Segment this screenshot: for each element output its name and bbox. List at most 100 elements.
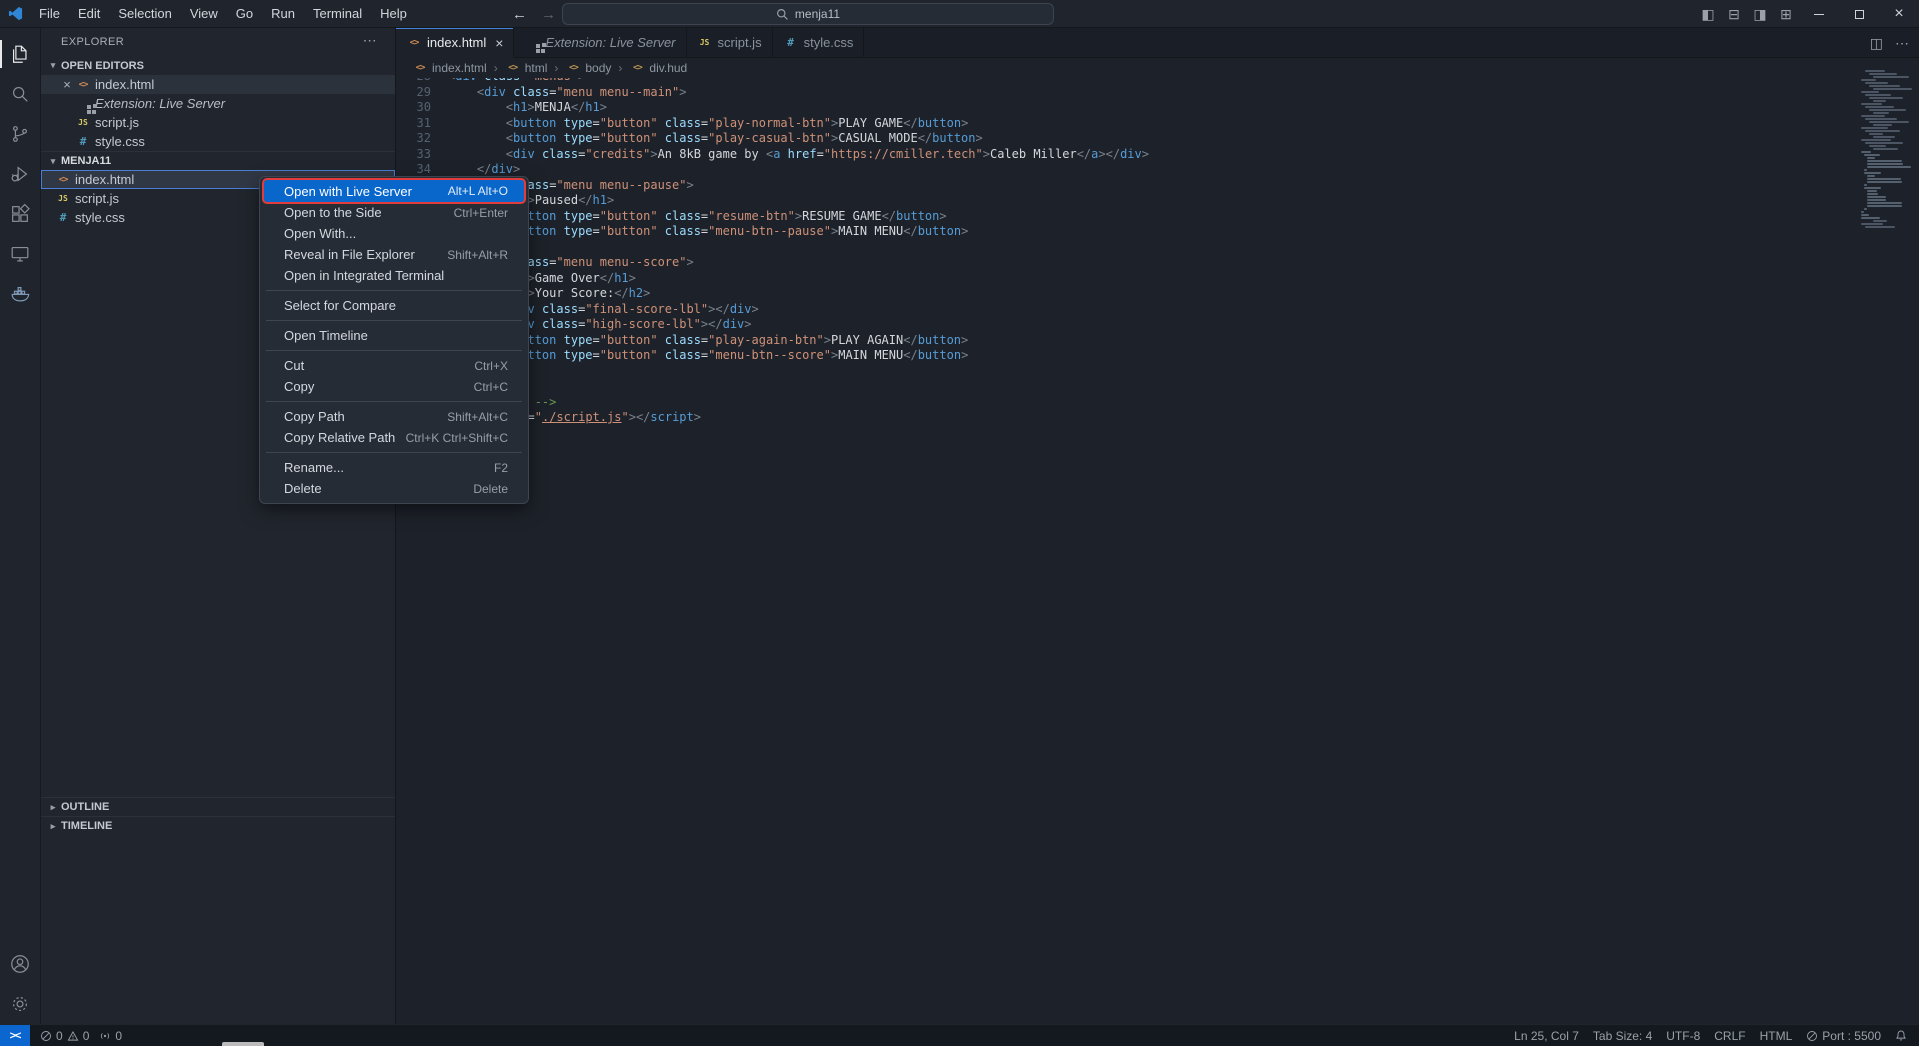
activity-run-debug[interactable] — [0, 154, 41, 194]
ctx-item-open-timeline[interactable]: Open Timeline — [260, 325, 528, 346]
live-server-port[interactable]: Port : 5500 — [1806, 1029, 1881, 1043]
close-icon[interactable]: × — [59, 77, 75, 92]
code-line-49[interactable]: 49<!-- ...... --> — [396, 395, 1855, 411]
breadcrumb-html[interactable]: <> html — [505, 61, 548, 75]
problems-indicator[interactable]: 0 0 — [40, 1029, 89, 1043]
code-line-37[interactable]: 37 <button type="button" class="resume-b… — [396, 209, 1855, 225]
editor-actions: ◫ ⋯ — [1870, 28, 1909, 58]
remote-indicator[interactable]: >< — [0, 1025, 30, 1046]
code-line-38[interactable]: 38 <button type="button" class="menu-btn… — [396, 224, 1855, 240]
code-line-30[interactable]: 30 <h1>MENJA</h1> — [396, 100, 1855, 116]
menu-file[interactable]: File — [30, 0, 69, 28]
activity-settings[interactable] — [0, 984, 41, 1024]
ctx-item-open-in-integrated-terminal[interactable]: Open in Integrated Terminal — [260, 265, 528, 286]
ctx-item-rename[interactable]: Rename... F2 — [260, 457, 528, 478]
activity-docker[interactable] — [0, 274, 41, 314]
tab-live-server[interactable]: Extension: Live Server — [514, 28, 686, 57]
code-line-33[interactable]: 33 <div class="credits">An 8kB game by <… — [396, 147, 1855, 163]
tab-style-css[interactable]: # style.css — [773, 28, 865, 57]
indentation-setting[interactable]: Tab Size: 4 — [1593, 1029, 1652, 1043]
back-button[interactable]: ← — [512, 6, 527, 23]
activity-remote-explorer[interactable] — [0, 234, 41, 274]
activity-explorer[interactable] — [0, 34, 41, 74]
code-line-40[interactable]: 40 <div class="menu menu--score"> — [396, 255, 1855, 271]
menu-go[interactable]: Go — [227, 0, 262, 28]
customize-layout-icon[interactable]: ⊞ — [1773, 6, 1799, 23]
breadcrumb-body[interactable]: <> body — [565, 61, 611, 75]
code-line-45[interactable]: 45 <button type="button" class="play-aga… — [396, 333, 1855, 349]
open-editor-live-server[interactable]: Extension: Live Server — [41, 94, 395, 113]
code-line-41[interactable]: 41 <h1>Game Over</h1> — [396, 271, 1855, 287]
activity-search[interactable] — [0, 74, 41, 114]
ports-indicator[interactable]: 0 — [99, 1029, 122, 1043]
code-line-36[interactable]: 36 <h1>Paused</h1> — [396, 193, 1855, 209]
activity-source-control[interactable] — [0, 114, 41, 154]
menu-help[interactable]: Help — [371, 0, 416, 28]
activity-accounts[interactable] — [0, 944, 41, 984]
breadcrumb-div-hud[interactable]: <> div.hud — [629, 61, 687, 75]
maximize-button[interactable] — [1839, 0, 1879, 28]
outline-section-header[interactable]: ▸ OUTLINE — [41, 797, 395, 816]
ctx-item-copy-path[interactable]: Copy Path Shift+Alt+C — [260, 406, 528, 427]
code-line-39[interactable]: 39 </div> — [396, 240, 1855, 256]
command-center-search[interactable]: menja11 — [562, 3, 1054, 25]
timeline-section-header[interactable]: ▸ TIMELINE — [41, 816, 395, 835]
breadcrumb-label: index.html — [432, 61, 487, 75]
code-line-47[interactable]: 47 </div> — [396, 364, 1855, 380]
code-line-34[interactable]: 34 </div> — [396, 162, 1855, 178]
close-icon[interactable]: × — [495, 35, 503, 51]
menu-terminal[interactable]: Terminal — [304, 0, 371, 28]
explorer-more-actions-icon[interactable]: ⋯ — [363, 32, 377, 49]
code-line-32[interactable]: 32 <button type="button" class="play-cas… — [396, 131, 1855, 147]
code-line-50[interactable]: 50<script src="./script.js"></script> — [396, 410, 1855, 426]
tab-index-html[interactable]: <> index.html × — [396, 28, 514, 58]
minimize-button[interactable] — [1799, 0, 1839, 28]
ctx-item-copy-relative-path[interactable]: Copy Relative Path Ctrl+K Ctrl+Shift+C — [260, 427, 528, 448]
cursor-position[interactable]: Ln 25, Col 7 — [1514, 1029, 1579, 1043]
ctx-item-cut[interactable]: Cut Ctrl+X — [260, 355, 528, 376]
open-editor-style-css[interactable]: # style.css — [41, 132, 395, 151]
menu-edit[interactable]: Edit — [69, 0, 109, 28]
minimap[interactable] — [1861, 70, 1913, 229]
ctx-item-open-to-the-side[interactable]: Open to the Side Ctrl+Enter — [260, 202, 528, 223]
breadcrumb-file[interactable]: <> index.html — [412, 61, 487, 75]
split-editor-icon[interactable]: ◫ — [1870, 35, 1883, 52]
open-editor-script-js[interactable]: JS script.js — [41, 113, 395, 132]
close-window-button[interactable]: × — [1879, 0, 1919, 28]
toggle-panel-icon[interactable]: ⊟ — [1721, 6, 1747, 23]
code-editor[interactable]: 28<div class="menus">29 <div class="menu… — [396, 78, 1855, 1024]
ctx-item-copy[interactable]: Copy Ctrl+C — [260, 376, 528, 397]
notifications-bell-icon[interactable] — [1895, 1029, 1907, 1042]
menu-view[interactable]: View — [181, 0, 227, 28]
breadcrumb-label: body — [585, 61, 611, 75]
html-file-icon: <> — [412, 63, 428, 73]
encoding-setting[interactable]: UTF-8 — [1666, 1029, 1700, 1043]
code-line-43[interactable]: 43 <div class="final-score-lbl"></div> — [396, 302, 1855, 318]
ctx-item-reveal-in-file-explorer[interactable]: Reveal in File Explorer Shift+Alt+R — [260, 244, 528, 265]
code-line-31[interactable]: 31 <button type="button" class="play-nor… — [396, 116, 1855, 132]
code-line-35[interactable]: 35 <div class="menu menu--pause"> — [396, 178, 1855, 194]
code-line-48[interactable]: 48</div> — [396, 379, 1855, 395]
forward-button[interactable]: → — [541, 6, 556, 23]
ctx-item-open-with[interactable]: Open With... — [260, 223, 528, 244]
eol-setting[interactable]: CRLF — [1714, 1029, 1745, 1043]
open-editor-index-html[interactable]: × <> index.html — [41, 75, 395, 94]
ctx-item-delete[interactable]: Delete Delete — [260, 478, 528, 499]
open-editors-section-header[interactable]: ▾ OPEN EDITORS — [41, 56, 395, 75]
toggle-secondary-sidebar-icon[interactable]: ◨ — [1747, 6, 1773, 23]
code-line-46[interactable]: 46 <button type="button" class="menu-btn… — [396, 348, 1855, 364]
code-line-29[interactable]: 29 <div class="menu menu--main"> — [396, 85, 1855, 101]
menu-run[interactable]: Run — [262, 0, 304, 28]
folder-section-header[interactable]: ▾ MENJA11 — [41, 151, 395, 170]
editor-more-actions-icon[interactable]: ⋯ — [1895, 35, 1909, 52]
ctx-item-open-with-live-server[interactable]: Open with Live Server Alt+L Alt+O — [263, 180, 525, 202]
language-mode[interactable]: HTML — [1760, 1029, 1793, 1043]
menu-selection[interactable]: Selection — [109, 0, 180, 28]
code-line-42[interactable]: 42 <h2>Your Score:</h2> — [396, 286, 1855, 302]
symbol-icon: <> — [629, 63, 645, 73]
activity-extensions[interactable] — [0, 194, 41, 234]
ctx-item-select-for-compare[interactable]: Select for Compare — [260, 295, 528, 316]
tab-script-js[interactable]: JS script.js — [687, 28, 773, 57]
toggle-sidebar-icon[interactable]: ◧ — [1695, 6, 1721, 23]
code-line-44[interactable]: 44 <div class="high-score-lbl"></div> — [396, 317, 1855, 333]
